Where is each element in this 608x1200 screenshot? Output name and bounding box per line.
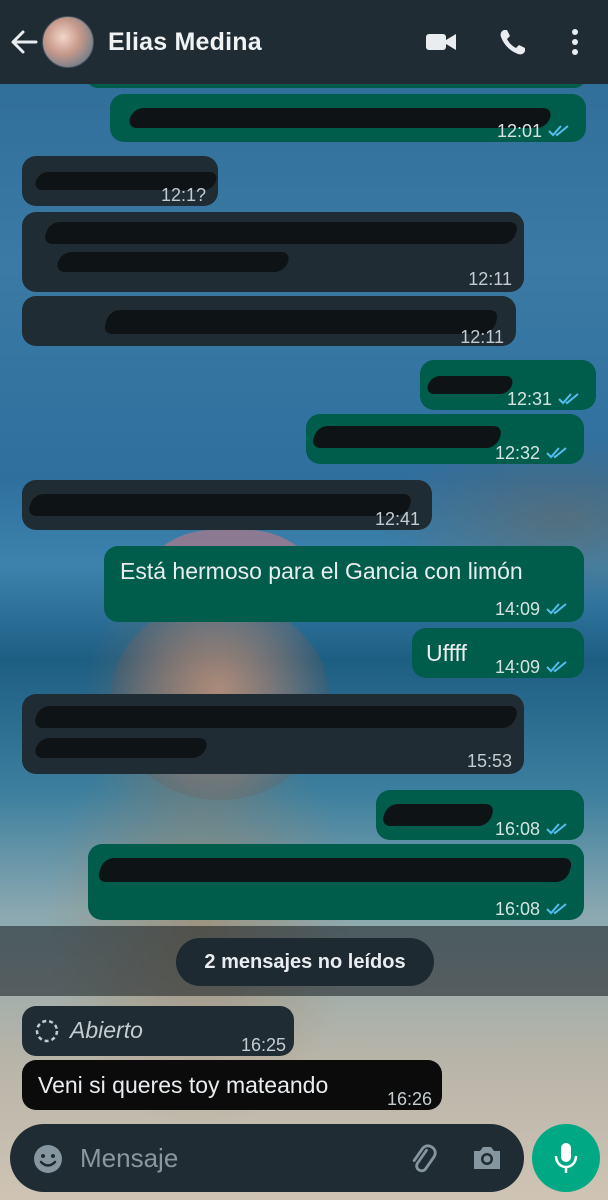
message-time: 12:1? xyxy=(160,185,206,205)
message-time: 16:25 xyxy=(240,1035,286,1055)
message-time: 14:09 xyxy=(494,599,540,619)
message-bubble-outgoing[interactable]: 12:31 xyxy=(420,360,596,410)
chat-header: Elias Medina xyxy=(0,0,608,84)
message-text: Está hermoso para el Gancia con limón xyxy=(120,558,523,584)
message-meta: 16:26 xyxy=(387,1084,432,1114)
message-time: 16:26 xyxy=(386,1089,432,1109)
read-ticks-icon xyxy=(546,661,567,673)
read-ticks-icon xyxy=(546,603,567,615)
camera-icon[interactable] xyxy=(470,1142,504,1174)
message-time: 12:31 xyxy=(506,389,552,409)
read-ticks-icon xyxy=(548,125,569,137)
message-text: Abierto xyxy=(70,1017,143,1043)
video-call-icon[interactable] xyxy=(424,26,458,58)
redaction-mark xyxy=(425,376,515,394)
redaction-mark xyxy=(102,310,500,334)
emoji-icon[interactable] xyxy=(32,1143,64,1175)
message-meta: 12:41 xyxy=(375,504,420,534)
read-ticks-icon xyxy=(558,393,579,405)
message-time: 12:32 xyxy=(494,443,540,463)
message-meta: 12:1? xyxy=(161,180,206,210)
read-ticks-icon xyxy=(546,447,567,459)
read-ticks-icon xyxy=(546,903,567,915)
redaction-mark xyxy=(32,738,210,758)
message-meta: 14:09 xyxy=(495,594,570,624)
message-bubble-incoming[interactable]: 15:53 xyxy=(22,694,524,774)
message-time: 12:11 xyxy=(468,269,512,289)
view-once-icon xyxy=(35,1019,59,1043)
message-time: 16:08 xyxy=(494,819,540,839)
message-bubble-outgoing[interactable]: Uffff 14:09 xyxy=(412,628,584,678)
message-input[interactable] xyxy=(80,1138,380,1178)
message-text: Veni si queres toy mateando xyxy=(38,1072,329,1098)
redaction-mark xyxy=(26,494,414,516)
message-meta: 12:11 xyxy=(460,322,504,352)
message-meta: 12:32 xyxy=(495,438,570,468)
message-time: 16:08 xyxy=(494,899,540,919)
redaction-mark xyxy=(96,858,574,882)
phone-call-icon[interactable] xyxy=(496,26,530,58)
message-bubble-incoming[interactable]: 12:11 xyxy=(22,296,516,347)
message-time: 15:53 xyxy=(466,751,512,771)
message-bubble-outgoing[interactable]: 12:32 xyxy=(306,414,584,464)
redaction-mark xyxy=(32,706,520,728)
message-bubble-outgoing[interactable]: Está hermoso para el Gancia con limón 14… xyxy=(104,546,584,622)
message-time: 12:11 xyxy=(460,327,504,347)
microphone-icon xyxy=(554,1143,578,1173)
redaction-mark xyxy=(310,426,504,448)
message-meta: 16:08 xyxy=(495,814,570,844)
redaction-mark xyxy=(54,252,292,272)
message-meta: 12:31 xyxy=(507,384,582,414)
unread-messages-divider: 2 mensajes no leídos xyxy=(176,938,434,986)
message-text: Uffff xyxy=(426,640,467,666)
message-time: 14:09 xyxy=(494,657,540,677)
message-bubble-outgoing[interactable]: 16:08 xyxy=(376,790,584,840)
contact-name[interactable]: Elias Medina xyxy=(108,28,262,57)
message-time: 12:01 xyxy=(496,121,542,141)
read-ticks-icon xyxy=(546,823,567,835)
message-meta: 14:09 xyxy=(495,652,570,682)
message-meta: 15:53 xyxy=(467,746,512,776)
message-meta: 16:08 xyxy=(495,894,570,924)
voice-record-button[interactable] xyxy=(532,1124,600,1192)
message-bubble-outgoing[interactable]: 12:01 xyxy=(110,94,586,142)
redaction-mark xyxy=(126,108,554,128)
message-bubble-incoming[interactable]: Veni si queres toy mateando 16:26 xyxy=(22,1060,442,1110)
message-bubble-outgoing[interactable]: 16:08 xyxy=(88,844,584,920)
message-meta: 16:25 xyxy=(241,1030,286,1060)
message-composer xyxy=(10,1124,524,1192)
message-time: 12:41 xyxy=(374,509,420,529)
avatar[interactable] xyxy=(42,16,94,68)
more-options-icon[interactable] xyxy=(558,26,592,58)
paperclip-icon[interactable] xyxy=(406,1142,440,1176)
message-bubble-incoming[interactable]: 12:1? xyxy=(22,156,219,206)
message-bubble-incoming[interactable]: 12:11 xyxy=(22,212,524,292)
message-meta: 12:01 xyxy=(497,116,572,146)
redaction-mark xyxy=(42,222,520,244)
redaction-mark xyxy=(380,804,496,826)
back-arrow-icon[interactable] xyxy=(8,28,40,56)
message-bubble-incoming[interactable]: 12:41 xyxy=(22,480,432,530)
message-bubble-view-once[interactable]: Abierto 16:25 xyxy=(22,1006,294,1056)
message-meta: 12:11 xyxy=(468,264,512,294)
